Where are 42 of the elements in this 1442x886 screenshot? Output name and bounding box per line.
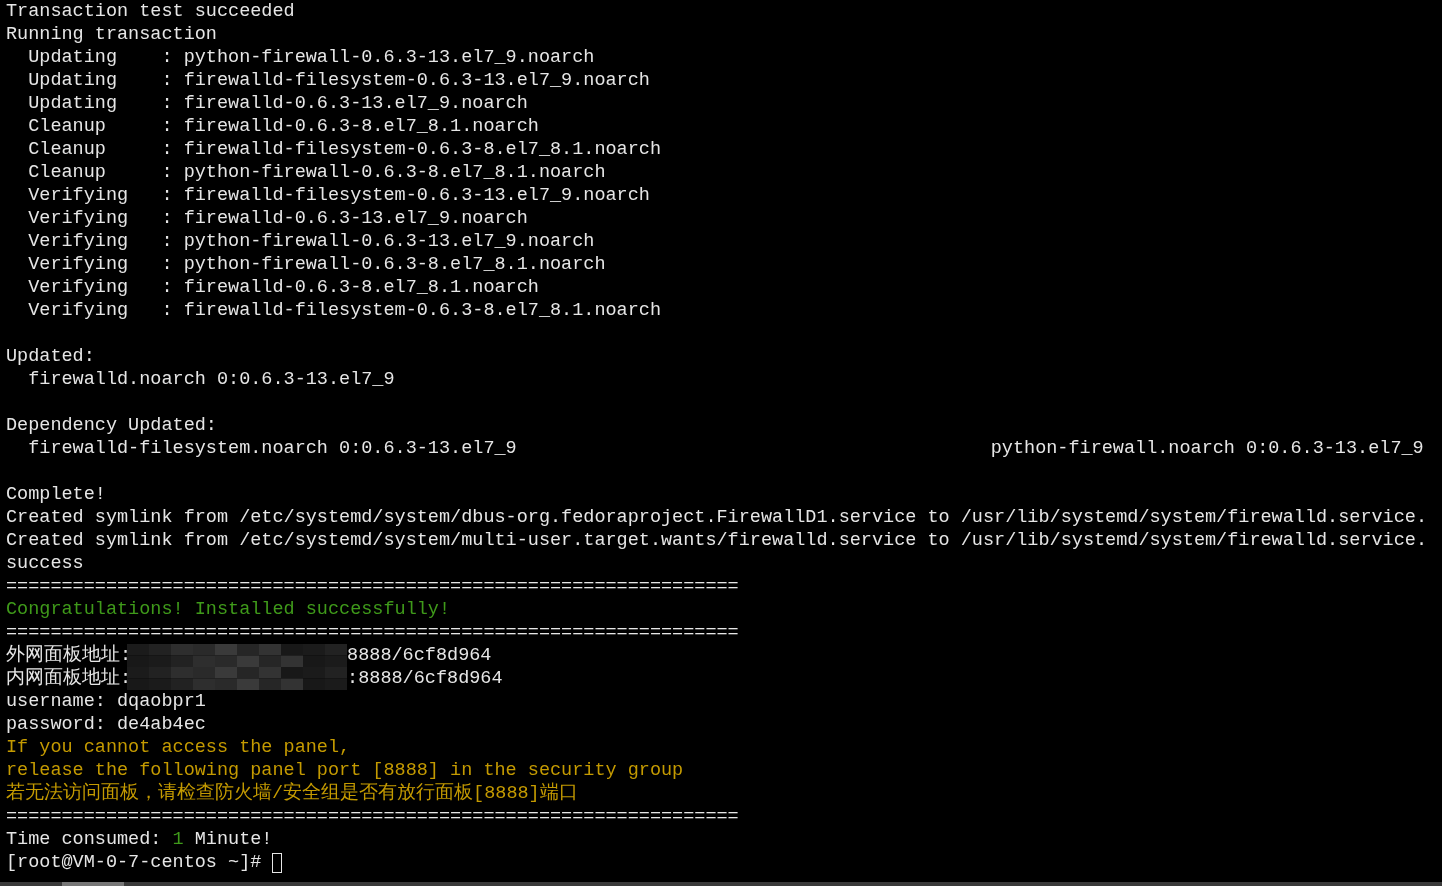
prompt-text: [root@VM-0-7-centos ~]#: [6, 851, 263, 874]
output-text: 8888/6cf8d964: [347, 644, 492, 667]
output-text: python-firewall.noarch 0:0.6.3-13.el7_9: [990, 437, 1424, 460]
output-text: Minute!: [193, 828, 273, 851]
output-text: Updated:: [6, 345, 95, 368]
output-text: Verifying : firewalld-0.6.3-13.el7_9.noarch: [27, 207, 528, 230]
output-text: username: dqaobpr1: [6, 690, 206, 713]
output-text: ==================================================================: [6, 621, 739, 644]
output-text: ==================================================================: [6, 805, 739, 828]
output-text: password: de4ab4ec: [6, 713, 206, 736]
output-text: Verifying : firewalld-0.6.3-8.el7_8.1.noarch: [27, 276, 539, 299]
output-text: Updating : firewalld-filesystem-0.6.3-13.el7_9.noarch: [27, 69, 650, 92]
output-text: 内网面板地址:: [6, 667, 132, 690]
output-text: firewalld.noarch 0:0.6.3-13.el7_9: [27, 368, 395, 391]
output-text: Dependency Updated:: [6, 414, 217, 437]
output-text: Complete!: [6, 483, 106, 506]
output-text: 若无法访问面板，请检查防火墙/安全组是否有放行面板[8888]端口: [6, 782, 578, 805]
output-text: Updating : python-firewall-0.6.3-13.el7_9.noarch: [27, 46, 595, 69]
output-text: Verifying : firewalld-filesystem-0.6.3-8.el7_8.1.noarch: [27, 299, 661, 322]
output-text: :8888/6cf8d964: [347, 667, 503, 690]
output-text: Cleanup : python-firewall-0.6.3-8.el7_8.1.noarch: [27, 161, 606, 184]
output-text: Created symlink from /etc/systemd/system/multi-user.target.wants/firewalld.service to /usr/lib/systemd/system/firewalld.service.: [6, 529, 1428, 552]
output-text: Updating : firewalld-0.6.3-13.el7_9.noarch: [27, 92, 528, 115]
horizontal-scrollbar[interactable]: [0, 882, 1442, 886]
output-text: Created symlink from /etc/systemd/system/dbus-org.fedoraproject.FirewallD1.service to /usr/lib/systemd/system/firewalld.service.: [6, 506, 1428, 529]
output-text: Congratulations! Installed successfully!: [6, 598, 451, 621]
output-text: 1: [172, 828, 184, 851]
output-text: Verifying : python-firewall-0.6.3-13.el7_9.noarch: [27, 230, 595, 253]
output-text: Cleanup : firewalld-filesystem-0.6.3-8.el7_8.1.noarch: [27, 138, 661, 161]
output-text: firewalld-filesystem.noarch 0:0.6.3-13.el7_9: [27, 438, 517, 459]
output-text: Running transaction: [6, 23, 217, 46]
output-text: 外网面板地址:: [6, 644, 132, 667]
output-text: release the following panel port [8888] in the security group: [6, 759, 684, 782]
output-text: ==================================================================: [6, 575, 739, 598]
text-cursor: [272, 852, 283, 873]
output-text: Transaction test succeeded: [6, 0, 295, 23]
output-text: success: [6, 552, 84, 575]
output-text: If you cannot access the panel,: [6, 736, 351, 759]
output-text: Verifying : python-firewall-0.6.3-8.el7_8.1.noarch: [27, 253, 606, 276]
output-text: Time consumed:: [6, 828, 163, 851]
output-text: Verifying : firewalld-filesystem-0.6.3-13.el7_9.noarch: [27, 184, 650, 207]
output-text: Cleanup : firewalld-0.6.3-8.el7_8.1.noarch: [27, 115, 539, 138]
